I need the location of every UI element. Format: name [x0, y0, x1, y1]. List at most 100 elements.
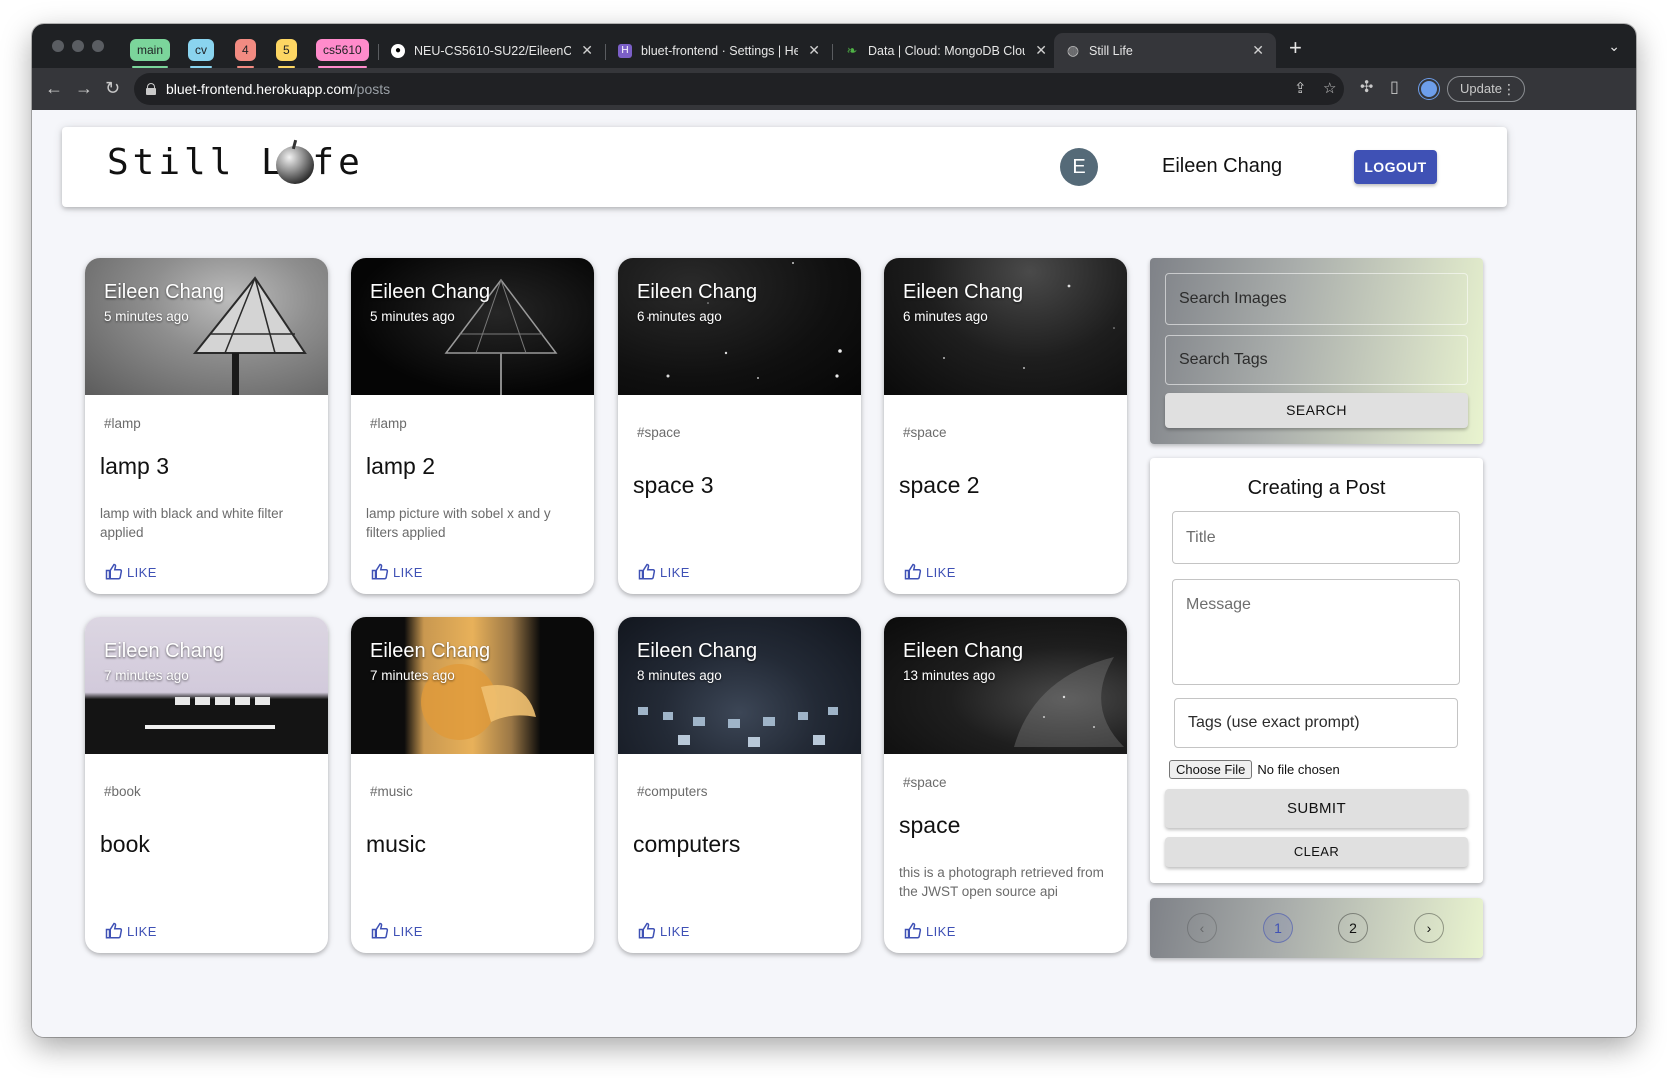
post-image [85, 617, 328, 754]
post-title: space 2 [899, 472, 980, 498]
post-author: Eileen Chang [104, 640, 225, 662]
address-bar[interactable]: bluet-frontend.herokuapp.com/posts ⇪ ☆ [134, 73, 1344, 105]
post-image [351, 258, 594, 395]
close-icon[interactable]: ✕ [1252, 42, 1264, 59]
book-cover-illustration [145, 697, 275, 729]
post-tag: #book [104, 784, 141, 799]
post-title: lamp 3 [100, 453, 170, 479]
like-button[interactable]: LIKE [105, 922, 157, 940]
like-label: LIKE [127, 564, 157, 580]
search-tags-input[interactable]: Search Tags [1165, 335, 1468, 385]
new-tab-icon[interactable]: + [1289, 37, 1302, 59]
like-label: LIKE [393, 564, 423, 580]
thumb-up-icon [638, 563, 656, 580]
tab-group-4[interactable]: 4 [235, 39, 256, 68]
search-images-input[interactable]: Search Images [1165, 273, 1468, 325]
post-image [618, 617, 861, 754]
page-1-button[interactable]: 1 [1263, 913, 1293, 943]
tab-title: Still Life [1089, 43, 1133, 58]
like-button[interactable]: LIKE [371, 563, 423, 581]
nebula-illustration [1014, 657, 1124, 747]
back-icon[interactable]: ← [45, 78, 63, 98]
lock-icon[interactable] [146, 83, 156, 95]
zoom-window-dot[interactable] [92, 40, 104, 52]
close-icon[interactable]: ✕ [808, 42, 820, 59]
tab-mongodb[interactable]: ❧ Data | Cloud: MongoDB Cloud ✕ [833, 33, 1059, 68]
close-icon[interactable]: ✕ [581, 42, 593, 59]
tab-group-main[interactable]: main [130, 39, 171, 68]
tab-heroku[interactable]: H bluet-frontend · Settings | Heroku ✕ [606, 33, 832, 68]
post-image [884, 617, 1127, 754]
post-card[interactable]: Eileen Chang 5 minutes ago #lamp lamp 3 … [85, 258, 328, 594]
message-textarea[interactable]: Message [1172, 579, 1460, 685]
post-card[interactable]: Eileen Chang 7 minutes ago #book book LI… [85, 617, 328, 953]
post-tag: #lamp [370, 416, 407, 431]
chevron-right-icon[interactable]: › [1414, 913, 1444, 943]
update-button[interactable]: Update ⋮ [1447, 76, 1525, 102]
tags-input[interactable]: Tags (use exact prompt) [1174, 698, 1458, 748]
like-button[interactable]: LIKE [638, 922, 690, 940]
reload-icon[interactable]: ↻ [105, 78, 120, 98]
post-time: 7 minutes ago [370, 668, 455, 683]
post-image [351, 617, 594, 754]
post-tag: #lamp [104, 416, 141, 431]
browser-window: main cv 4 5 cs5610 ● NEU-CS5610-SU22/Eil… [32, 24, 1636, 1037]
tab-still-life[interactable]: ◍ Still Life ✕ [1054, 33, 1276, 68]
post-description: lamp with black and white filter applied [100, 506, 284, 540]
post-author: Eileen Chang [104, 281, 225, 303]
like-label: LIKE [660, 564, 690, 580]
tab-group-cs5610[interactable]: cs5610 [316, 39, 369, 68]
post-card[interactable]: Eileen Chang 5 minutes ago #lamp lamp 2 … [351, 258, 594, 594]
tab-group-cv[interactable]: cv [188, 39, 214, 68]
post-author: Eileen Chang [370, 281, 491, 303]
chevron-left-icon[interactable]: ‹ [1187, 913, 1217, 943]
logo-text[interactable]: Still Life [107, 142, 364, 183]
logout-button[interactable]: LOGOUT [1354, 150, 1437, 184]
tab-github[interactable]: ● NEU-CS5610-SU22/EileenChang ✕ [379, 33, 605, 68]
computers-illustration [638, 707, 838, 747]
chevron-down-icon[interactable]: ⌄ [1608, 38, 1620, 55]
like-button[interactable]: LIKE [105, 563, 157, 581]
page-2-button[interactable]: 2 [1338, 913, 1368, 943]
post-title: computers [633, 831, 741, 857]
share-icon[interactable]: ⇪ [1294, 73, 1307, 105]
search-button[interactable]: SEARCH [1165, 393, 1468, 428]
clear-button[interactable]: CLEAR [1165, 837, 1468, 867]
close-icon[interactable]: ✕ [1035, 42, 1047, 59]
title-input[interactable]: Title [1172, 511, 1460, 564]
extensions-puzzle-icon[interactable]: ✣ [1360, 78, 1373, 98]
thumb-up-icon [371, 563, 389, 580]
post-time: 6 minutes ago [903, 309, 988, 324]
post-card[interactable]: Eileen Chang 13 minutes ago #space space… [884, 617, 1127, 953]
profile-avatar-icon[interactable] [1419, 79, 1439, 99]
thumb-up-icon [105, 922, 123, 939]
like-button[interactable]: LIKE [904, 563, 956, 581]
post-image [85, 258, 328, 395]
post-time: 5 minutes ago [104, 309, 189, 324]
bookmark-star-icon[interactable]: ☆ [1323, 73, 1336, 105]
post-tag: #space [637, 425, 681, 440]
post-card[interactable]: Eileen Chang 7 minutes ago #music music … [351, 617, 594, 953]
user-name: Eileen Chang [1162, 155, 1283, 177]
like-button[interactable]: LIKE [904, 922, 956, 940]
close-window-dot[interactable] [52, 40, 64, 52]
tab-group-5[interactable]: 5 [276, 39, 297, 68]
post-card[interactable]: Eileen Chang 8 minutes ago #computers co… [618, 617, 861, 953]
search-panel: Search Images Search Tags SEARCH [1150, 258, 1483, 444]
minimize-window-dot[interactable] [72, 40, 84, 52]
choose-file-button[interactable]: Choose File [1169, 760, 1253, 779]
more-menu-icon[interactable]: ⋮ [1502, 77, 1516, 101]
post-author: Eileen Chang [903, 281, 1024, 303]
forward-icon[interactable]: → [75, 78, 93, 98]
post-card[interactable]: Eileen Chang 6 minutes ago #space space … [618, 258, 861, 594]
thumb-up-icon [371, 922, 389, 939]
avatar: E [1060, 148, 1098, 186]
url-host: bluet-frontend.herokuapp.com [166, 81, 353, 97]
post-card[interactable]: Eileen Chang 6 minutes ago #space space … [884, 258, 1127, 594]
submit-button[interactable]: SUBMIT [1165, 789, 1468, 828]
post-image [884, 258, 1127, 395]
like-button[interactable]: LIKE [371, 922, 423, 940]
like-button[interactable]: LIKE [638, 563, 690, 581]
side-panel-icon[interactable]: ▯ [1390, 78, 1399, 98]
like-label: LIKE [393, 923, 423, 939]
